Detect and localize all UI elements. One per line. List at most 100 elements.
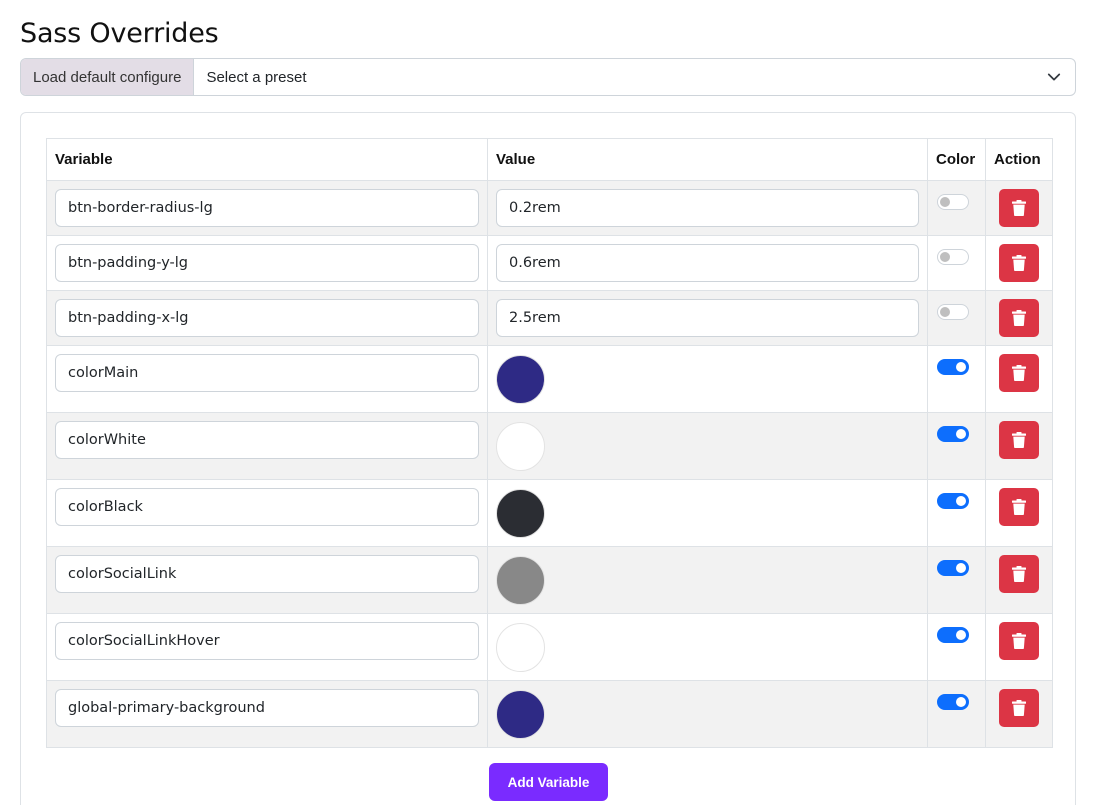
table-row: colorMain [46,345,1053,413]
color-toggle[interactable] [937,560,969,576]
color-cell [927,546,986,614]
variable-input[interactable]: colorSocialLink [55,555,479,593]
variable-cell: btn-padding-x-lg [46,290,488,346]
variable-input[interactable]: colorWhite [55,421,479,459]
delete-button[interactable] [999,689,1039,727]
variable-cell: colorWhite [46,412,488,480]
delete-button[interactable] [999,555,1039,593]
header-variable: Variable [46,138,488,181]
value-cell: 0.6rem [487,235,928,291]
variable-cell: global-primary-background [46,680,488,748]
value-cell [487,613,928,681]
preset-select-value: Select a preset [206,68,307,86]
table-row: btn-padding-x-lg 2.5rem [46,290,1053,346]
trash-icon [1012,310,1026,326]
trash-icon [1012,365,1026,381]
variable-cell: colorSocialLinkHover [46,613,488,681]
value-cell [487,680,928,748]
color-swatch[interactable] [496,690,545,739]
variable-input[interactable]: btn-padding-y-lg [55,244,479,282]
color-toggle[interactable] [937,194,969,210]
variable-cell: colorMain [46,345,488,413]
action-cell [985,479,1053,547]
action-cell [985,235,1053,291]
table-row: colorSocialLinkHover [46,613,1053,681]
color-swatch[interactable] [496,556,545,605]
trash-icon [1012,700,1026,716]
value-cell: 2.5rem [487,290,928,346]
table-row: btn-border-radius-lg 0.2rem [46,180,1053,236]
trash-icon [1012,566,1026,582]
value-cell [487,546,928,614]
trash-icon [1012,432,1026,448]
color-cell [927,680,986,748]
trash-icon [1012,633,1026,649]
color-cell [927,345,986,413]
color-cell [927,290,986,346]
color-cell [927,235,986,291]
delete-button[interactable] [999,189,1039,227]
delete-button[interactable] [999,244,1039,282]
color-toggle[interactable] [937,493,969,509]
header-value: Value [487,138,928,181]
color-cell [927,180,986,236]
variable-input[interactable]: colorSocialLinkHover [55,622,479,660]
table-row: colorSocialLink [46,546,1053,614]
table-row: colorWhite [46,412,1053,480]
value-input[interactable]: 0.6rem [496,244,919,282]
color-toggle[interactable] [937,359,969,375]
color-toggle[interactable] [937,627,969,643]
color-toggle[interactable] [937,426,969,442]
chevron-down-icon [1047,73,1061,81]
delete-button[interactable] [999,488,1039,526]
action-cell [985,345,1053,413]
trash-icon [1012,499,1026,515]
color-cell [927,479,986,547]
color-swatch[interactable] [496,355,545,404]
action-cell [985,290,1053,346]
color-swatch[interactable] [496,623,545,672]
color-toggle[interactable] [937,304,969,320]
color-toggle[interactable] [937,694,969,710]
action-cell [985,680,1053,748]
preset-select[interactable]: Select a preset [194,59,1075,95]
delete-button[interactable] [999,354,1039,392]
variable-cell: btn-border-radius-lg [46,180,488,236]
table-row: colorBlack [46,479,1053,547]
color-cell [927,613,986,681]
table-row: btn-padding-y-lg 0.6rem [46,235,1053,291]
variable-cell: colorSocialLink [46,546,488,614]
variable-input[interactable]: global-primary-background [55,689,479,727]
value-input[interactable]: 2.5rem [496,299,919,337]
action-cell [985,412,1053,480]
value-input[interactable]: 0.2rem [496,189,919,227]
table-row: global-primary-background [46,680,1053,748]
value-cell [487,412,928,480]
add-variable-button[interactable]: Add Variable [489,763,608,801]
color-cell [927,412,986,480]
color-swatch[interactable] [496,489,545,538]
color-toggle[interactable] [937,249,969,265]
delete-button[interactable] [999,421,1039,459]
action-cell [985,180,1053,236]
variables-card: Variable Value Color Action btn-border-r… [20,112,1076,805]
delete-button[interactable] [999,299,1039,337]
color-swatch[interactable] [496,422,545,471]
variables-table: Variable Value Color Action btn-border-r… [46,138,1053,748]
value-cell: 0.2rem [487,180,928,236]
variable-input[interactable]: btn-padding-x-lg [55,299,479,337]
variable-input[interactable]: btn-border-radius-lg [55,189,479,227]
delete-button[interactable] [999,622,1039,660]
action-cell [985,613,1053,681]
variable-cell: btn-padding-y-lg [46,235,488,291]
page-title: Sass Overrides [20,18,219,49]
variable-input[interactable]: colorBlack [55,488,479,526]
variable-cell: colorBlack [46,479,488,547]
variable-input[interactable]: colorMain [55,354,479,392]
action-cell [985,546,1053,614]
value-cell [487,479,928,547]
preset-input-group: Load default configure Select a preset [20,58,1076,96]
value-cell [487,345,928,413]
trash-icon [1012,255,1026,271]
load-default-label: Load default configure [21,59,195,95]
